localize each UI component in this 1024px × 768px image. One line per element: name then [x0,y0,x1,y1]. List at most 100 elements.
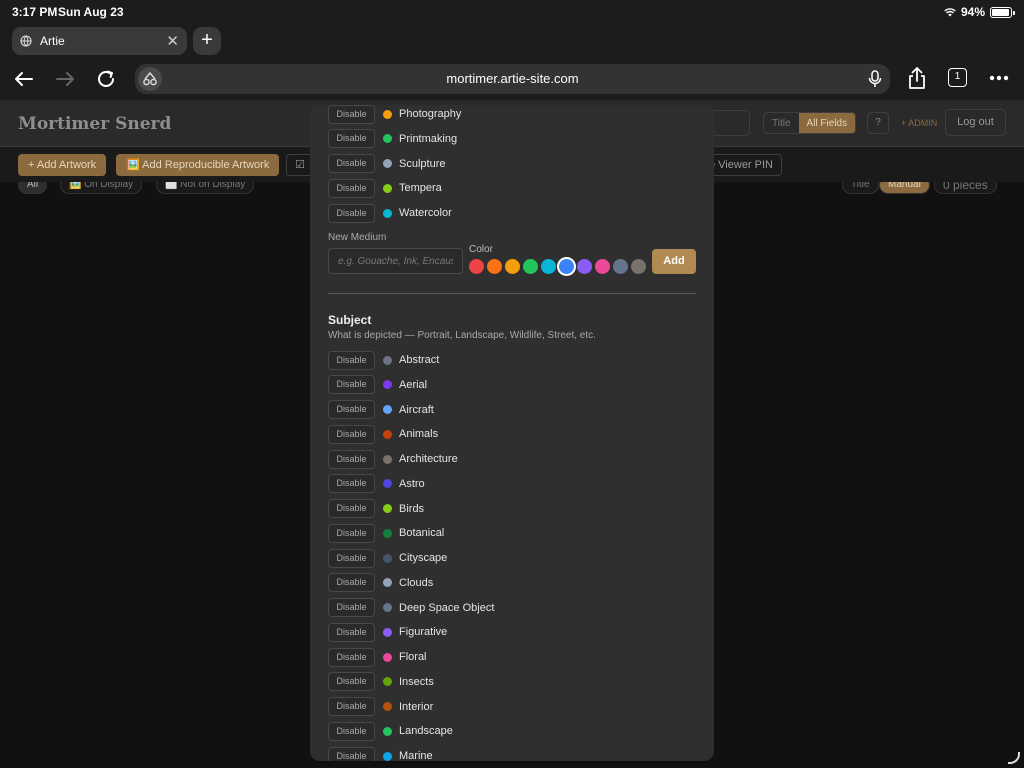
microphone-icon[interactable] [868,70,882,88]
disable-button[interactable]: Disable [328,129,375,149]
site-brand[interactable]: Mortimer Snerd [18,114,171,134]
disable-button[interactable]: Disable [328,523,375,543]
filter-on-display[interactable]: 🖼️ On Display [60,182,143,194]
battery-icon [990,6,1015,18]
disable-button[interactable]: Disable [328,499,375,518]
help-button[interactable]: ? [867,112,889,134]
wifi-icon [944,8,956,17]
add-artwork-button[interactable]: + Add Artwork [18,154,107,176]
disable-button[interactable]: Disable [328,424,375,444]
category-modal: Disable Photography Disable Printmaking Disa… [310,105,714,761]
color-dot-icon [383,183,392,193]
subject-name: Insects [399,675,434,688]
filter-not-on-display[interactable]: ⬜ Not on Display [156,182,255,194]
disable-button[interactable]: Disable [328,548,375,568]
medium-name: Photography [399,108,462,120]
subject-name: Floral [399,651,427,663]
subject-row: Disable Interior [328,697,433,717]
subject-name: Cityscape [399,552,448,564]
status-time: 3:17 PM [12,5,58,19]
disable-button[interactable]: Disable [328,474,375,494]
disable-button[interactable]: Disable [328,178,375,198]
color-swatch[interactable] [631,259,646,274]
medium-name: Tempera [399,182,442,195]
filter-all[interactable]: All [18,182,48,194]
color-swatch[interactable] [505,259,520,274]
sort-title[interactable]: Title [842,182,879,194]
color-dot-icon [383,504,392,513]
tabs-overview-button[interactable]: 1 [948,68,967,87]
search-input[interactable] [714,110,750,136]
disable-button[interactable]: Disable [328,598,375,617]
logout-button[interactable]: Log out [945,109,1006,136]
disable-button[interactable]: Disable [328,721,375,741]
subject-row: Disable Birds [328,499,424,519]
back-arrow-icon[interactable] [11,66,37,92]
color-swatch[interactable] [595,259,610,274]
admin-link[interactable]: + ADMIN [901,118,937,128]
subject-name: Abstract [399,354,440,366]
globe-icon [20,35,32,47]
subject-name: Astro [399,477,425,490]
color-swatch[interactable] [487,259,502,274]
section-divider [328,293,696,294]
color-swatch[interactable] [613,259,628,274]
address-bar[interactable]: mortimer.artie-site.com [135,64,890,94]
disable-button[interactable]: Disable [328,350,375,370]
subject-name: Architecture [399,453,458,465]
search-mode-toggle[interactable]: Title All Fields [763,112,857,134]
color-dot-icon [383,405,392,414]
add-reproducible-artwork-button[interactable]: 🖼️ Add Reproducible Artwork [116,154,280,176]
reload-icon[interactable] [93,66,119,92]
disable-button[interactable]: Disable [328,203,375,223]
subject-row: Disable Abstract [328,350,439,370]
color-swatch[interactable] [559,259,574,274]
disable-button[interactable]: Disable [328,647,375,667]
disable-button[interactable]: Disable [328,449,375,469]
tab-strip: Artie ✕ + [0,24,1024,58]
disable-button[interactable]: Disable [328,622,375,642]
disable-button[interactable]: Disable [328,746,375,761]
disable-button[interactable]: Disable [328,375,375,395]
disable-button[interactable]: Disable [328,697,375,716]
color-swatch[interactable] [469,259,484,274]
disable-button[interactable]: Disable [328,105,375,124]
subject-row: Disable Botanical [328,523,444,543]
subject-row: Disable Landscape [328,721,453,741]
color-dot-icon [383,479,392,489]
color-dot-icon [383,429,392,439]
subject-name: Botanical [399,527,445,540]
color-dot-icon [383,627,392,637]
color-dot-icon [383,726,392,736]
forward-arrow-icon[interactable] [52,66,78,92]
color-dot-icon [383,603,392,612]
disable-button[interactable]: Disable [328,400,375,419]
color-swatch[interactable] [577,259,592,274]
subject-row: Disable Insects [328,672,434,692]
medium-row: Disable Photography [328,105,461,124]
medium-row: Disable Tempera [328,178,442,198]
sort-manual[interactable]: Manual [879,182,930,194]
color-dot-icon [383,159,392,168]
url-text: mortimer.artie-site.com [446,71,579,86]
share-icon[interactable] [907,66,927,90]
color-dot-icon [383,454,392,464]
new-tab-button[interactable]: + [193,27,221,55]
search-mode-title[interactable]: Title [764,113,799,133]
disable-button[interactable]: Disable [328,154,375,173]
search-mode-all-fields[interactable]: All Fields [798,113,856,133]
color-swatch[interactable] [541,259,556,274]
browser-toolbar: mortimer.artie-site.com 1 [0,58,1024,100]
close-tab-icon[interactable]: ✕ [166,32,179,50]
color-picker [469,259,646,274]
color-dot-icon [383,528,392,538]
new-medium-input[interactable] [328,248,463,274]
color-dot-icon [383,380,392,390]
disable-button[interactable]: Disable [328,672,375,692]
more-options-icon[interactable] [989,75,1009,81]
browser-tab[interactable]: Artie ✕ [12,27,187,55]
disable-button[interactable]: Disable [328,573,375,593]
add-medium-button[interactable]: Add [652,249,696,274]
color-swatch[interactable] [523,259,538,274]
subject-name: Aerial [399,378,428,391]
